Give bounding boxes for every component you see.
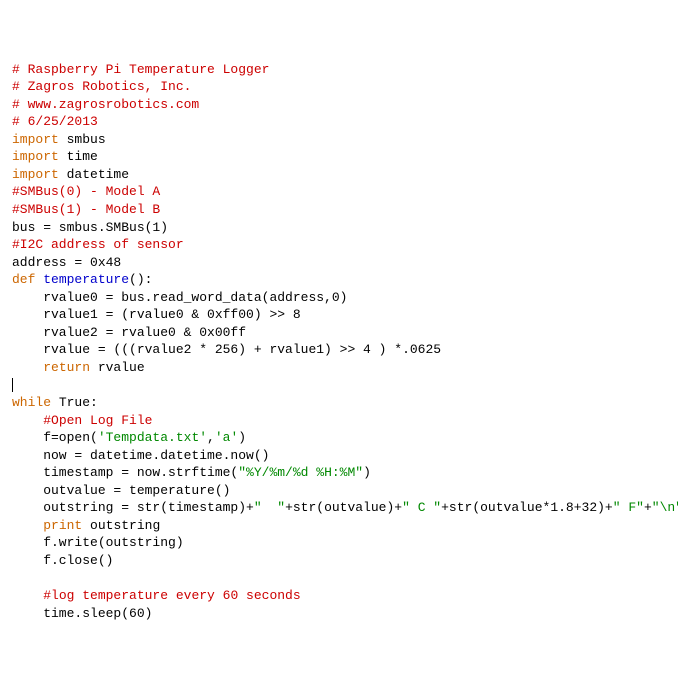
- code-token: rvalue0 = bus.read_word_data(address,0): [12, 290, 347, 305]
- code-line: def temperature():: [12, 271, 666, 289]
- code-line: #log temperature every 60 seconds: [12, 587, 666, 605]
- code-token: now = datetime.datetime.now(): [12, 448, 269, 463]
- code-line: #SMBus(1) - Model B: [12, 201, 666, 219]
- code-token: ,: [207, 430, 215, 445]
- code-line: import datetime: [12, 166, 666, 184]
- code-token: +str(outvalue)+: [285, 500, 402, 515]
- code-line: return rvalue: [12, 359, 666, 377]
- code-line: print outstring: [12, 517, 666, 535]
- code-line: rvalue = (((rvalue2 * 256) + rvalue1) >>…: [12, 341, 666, 359]
- text-cursor: [12, 378, 13, 392]
- code-line: [12, 376, 666, 394]
- code-line: #SMBus(0) - Model A: [12, 183, 666, 201]
- code-token: f.write(outstring): [12, 535, 184, 550]
- code-token: while: [12, 395, 51, 410]
- code-line: rvalue1 = (rvalue0 & 0xff00) >> 8: [12, 306, 666, 324]
- code-token: smbus: [59, 132, 106, 147]
- code-line: bus = smbus.SMBus(1): [12, 219, 666, 237]
- code-token: import: [12, 132, 59, 147]
- code-token: time: [59, 149, 98, 164]
- code-token: import: [12, 167, 59, 182]
- code-token: address = 0x48: [12, 255, 121, 270]
- code-token: #SMBus(1) - Model B: [12, 202, 160, 217]
- code-line: # www.zagrosrobotics.com: [12, 96, 666, 114]
- code-token: [12, 518, 43, 533]
- code-token: rvalue2 = rvalue0 & 0x00ff: [12, 325, 246, 340]
- code-token: " C ": [402, 500, 441, 515]
- code-token: [12, 571, 43, 586]
- code-line: #Open Log File: [12, 412, 666, 430]
- code-line: timestamp = now.strftime("%Y/%m/%d %H:%M…: [12, 464, 666, 482]
- code-token: time.sleep(60): [12, 606, 152, 621]
- code-token: temperature: [43, 272, 129, 287]
- code-line: f.close(): [12, 552, 666, 570]
- code-token: +str(outvalue*1.8+32)+: [441, 500, 613, 515]
- code-token: outstring = str(timestamp)+: [12, 500, 254, 515]
- code-token: return: [43, 360, 90, 375]
- code-line: f=open('Tempdata.txt','a'): [12, 429, 666, 447]
- code-token: rvalue: [90, 360, 145, 375]
- code-token: " ": [254, 500, 285, 515]
- code-token: 'a': [215, 430, 238, 445]
- code-token: # Zagros Robotics, Inc.: [12, 79, 191, 94]
- code-token: #SMBus(0) - Model A: [12, 184, 160, 199]
- code-token: # 6/25/2013: [12, 114, 98, 129]
- code-line: outstring = str(timestamp)+" "+str(outva…: [12, 499, 666, 517]
- code-token: #log temperature every 60 seconds: [43, 588, 300, 603]
- code-token: datetime: [59, 167, 129, 182]
- code-line: #I2C address of sensor: [12, 236, 666, 254]
- code-token: f.close(): [12, 553, 113, 568]
- code-token: print: [43, 518, 82, 533]
- code-token: ): [363, 465, 371, 480]
- code-line: import smbus: [12, 131, 666, 149]
- code-line: while True:: [12, 394, 666, 412]
- code-token: ): [238, 430, 246, 445]
- code-token: import: [12, 149, 59, 164]
- code-token: rvalue = (((rvalue2 * 256) + rvalue1) >>…: [12, 342, 441, 357]
- code-line: # Raspberry Pi Temperature Logger: [12, 61, 666, 79]
- code-token: bus = smbus.SMBus(1): [12, 220, 168, 235]
- code-token: # www.zagrosrobotics.com: [12, 97, 199, 112]
- code-line: address = 0x48: [12, 254, 666, 272]
- code-block[interactable]: # Raspberry Pi Temperature Logger # Zagro…: [12, 61, 666, 623]
- code-line: # 6/25/2013: [12, 113, 666, 131]
- code-line: now = datetime.datetime.now(): [12, 447, 666, 465]
- code-token: f=open(: [12, 430, 98, 445]
- code-token: [12, 588, 43, 603]
- code-token: timestamp = now.strftime(: [12, 465, 238, 480]
- code-token: ():: [129, 272, 152, 287]
- code-token: 'Tempdata.txt': [98, 430, 207, 445]
- code-line: time.sleep(60): [12, 605, 666, 623]
- code-token: [12, 360, 43, 375]
- code-token: # Raspberry Pi Temperature Logger: [12, 62, 269, 77]
- code-token: True:: [51, 395, 98, 410]
- code-line: outvalue = temperature(): [12, 482, 666, 500]
- code-line: [12, 570, 666, 588]
- code-line: rvalue0 = bus.read_word_data(address,0): [12, 289, 666, 307]
- code-token: def: [12, 272, 35, 287]
- code-token: #I2C address of sensor: [12, 237, 184, 252]
- code-token: +: [644, 500, 652, 515]
- code-token: outstring: [82, 518, 160, 533]
- code-line: rvalue2 = rvalue0 & 0x00ff: [12, 324, 666, 342]
- code-token: [12, 413, 43, 428]
- code-token: "%Y/%m/%d %H:%M": [238, 465, 363, 480]
- code-line: import time: [12, 148, 666, 166]
- code-token: "\n": [652, 500, 678, 515]
- code-token: " F": [613, 500, 644, 515]
- code-line: # Zagros Robotics, Inc.: [12, 78, 666, 96]
- code-token: #Open Log File: [43, 413, 152, 428]
- code-line: f.write(outstring): [12, 534, 666, 552]
- code-token: rvalue1 = (rvalue0 & 0xff00) >> 8: [12, 307, 301, 322]
- code-token: outvalue = temperature(): [12, 483, 230, 498]
